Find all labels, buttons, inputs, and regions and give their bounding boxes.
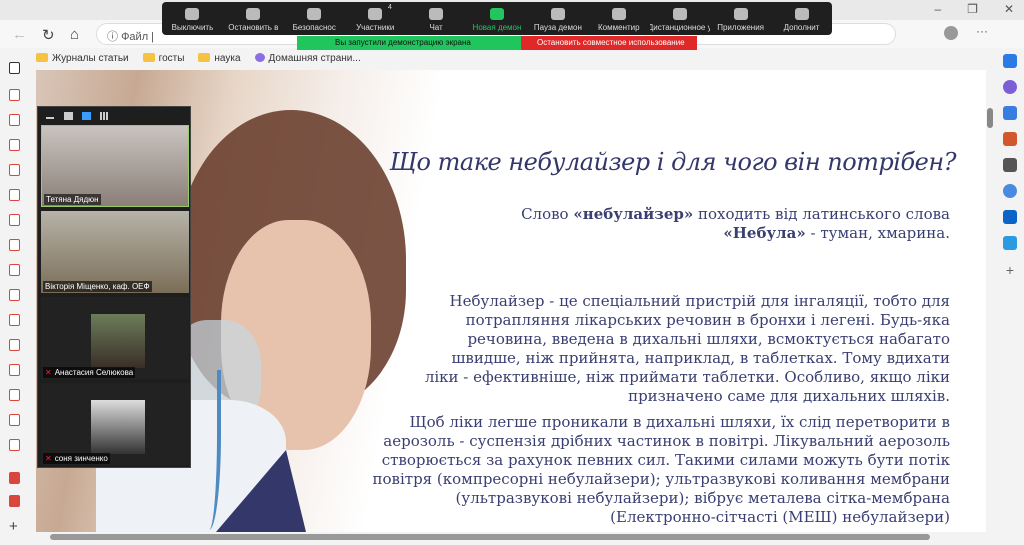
gallery-view-icon[interactable] xyxy=(100,112,109,120)
participant-video[interactable]: Тетяна Дядюн xyxy=(41,125,189,207)
new-tab-icon[interactable]: + xyxy=(9,518,18,535)
profile-avatar[interactable] xyxy=(944,26,958,40)
add-icon[interactable]: + xyxy=(1006,262,1014,278)
pdf-tab-icon[interactable] xyxy=(9,289,20,301)
pdf-tab-icon[interactable] xyxy=(9,239,20,251)
tab-actions-icon[interactable] xyxy=(9,62,20,74)
bookmarks-bar: Журналы статьи госты наука Домашняя стра… xyxy=(36,48,361,68)
pdf-tab-icon[interactable] xyxy=(9,164,20,176)
participant-tile[interactable]: ✕ соня зинченко xyxy=(41,383,189,465)
bookmark-nauka[interactable]: наука xyxy=(198,52,241,64)
more-icon[interactable]: ··· xyxy=(976,24,988,38)
participants-button[interactable]: Участники xyxy=(345,8,405,32)
participant-count: 4 xyxy=(388,4,392,11)
shopping-tag-icon[interactable] xyxy=(1003,106,1017,120)
microphone-icon xyxy=(185,8,200,20)
new-share-button[interactable]: Новая демон xyxy=(467,8,527,32)
share-screen-icon xyxy=(489,8,504,20)
tools-icon[interactable] xyxy=(1003,132,1017,146)
pencil-icon xyxy=(611,8,626,20)
pause-icon xyxy=(550,8,565,20)
participant-video[interactable]: Вікторія Міщенко, каф. ОЕФ xyxy=(41,211,189,293)
pdf-tab-icon[interactable] xyxy=(9,389,20,401)
back-icon[interactable]: ← xyxy=(12,26,27,43)
search-icon[interactable] xyxy=(1003,80,1017,94)
bookmark-gosty[interactable]: госты xyxy=(142,52,184,64)
minimize-panel-icon[interactable] xyxy=(46,117,54,119)
avatar xyxy=(91,314,145,368)
mouse-icon xyxy=(672,8,687,20)
mute-button[interactable]: Выключить xyxy=(162,8,222,32)
pdf-tab-icon[interactable] xyxy=(9,472,20,484)
decorative-triangle xyxy=(286,450,306,532)
video-camera-icon xyxy=(246,8,261,20)
vertical-scrollbar[interactable] xyxy=(986,70,996,532)
pdf-tab-icon[interactable] xyxy=(9,314,20,326)
shield-icon xyxy=(307,8,322,20)
send-icon[interactable] xyxy=(1003,236,1017,250)
chat-icon xyxy=(429,8,444,20)
pdf-tab-icon[interactable] xyxy=(9,214,20,226)
bookmark-home[interactable]: Домашняя страни... xyxy=(254,52,361,64)
more-button[interactable]: Дополнит xyxy=(772,8,832,32)
slide-paragraph-2: Небулайзер - це спеціальний пристрій для… xyxy=(424,292,950,405)
slide-paragraph-3: Щоб ліки легше проникали в дихальні шлях… xyxy=(372,413,951,526)
horizontal-scrollbar-thumb[interactable] xyxy=(50,534,930,540)
pdf-tab-icon[interactable] xyxy=(9,439,20,451)
muted-mic-icon: ✕ xyxy=(45,454,52,463)
share-status: Вы запустили демонстрацию экрана xyxy=(297,36,521,50)
pdf-tab-icon[interactable] xyxy=(9,339,20,351)
speaker-view-icon[interactable] xyxy=(64,112,73,120)
minimize-icon[interactable]: – xyxy=(934,2,941,16)
strip-view-icon[interactable] xyxy=(82,112,91,120)
security-button[interactable]: Безопаснос xyxy=(284,8,344,32)
copilot-icon[interactable] xyxy=(1003,54,1017,68)
pause-share-button[interactable]: Пауза демон xyxy=(528,8,588,32)
pdf-tab-icon[interactable] xyxy=(9,139,20,151)
participant-tile[interactable]: ✕ Анастасия Селюкова xyxy=(41,297,189,379)
maximize-icon[interactable]: ❐ xyxy=(967,2,978,16)
info-icon: ⓘ xyxy=(107,31,122,43)
decorative-triangle xyxy=(216,450,286,532)
window-controls: – ❐ ✕ xyxy=(934,2,1014,16)
vertical-tabs: + xyxy=(0,52,30,545)
edge-sidebar: + xyxy=(996,46,1024,545)
slide-paragraph-1: Слово «небулайзер» походить від латинськ… xyxy=(521,205,950,242)
participants-icon xyxy=(368,8,383,20)
zoom-video-panel: Тетяна Дядюн Вікторія Міщенко, каф. ОЕФ … xyxy=(37,106,191,468)
pdf-tab-icon[interactable] xyxy=(9,364,20,376)
bookmark-journals[interactable]: Журналы статьи xyxy=(36,52,129,64)
avatar xyxy=(91,400,145,454)
chat-button[interactable]: Чат xyxy=(406,8,466,32)
scrollbar-thumb[interactable] xyxy=(987,108,993,128)
pdf-tab-icon[interactable] xyxy=(9,264,20,276)
stop-video-button[interactable]: Остановить в xyxy=(223,8,283,32)
muted-mic-icon: ✕ xyxy=(45,368,52,377)
games-icon[interactable] xyxy=(1003,158,1017,172)
m365-icon[interactable] xyxy=(1003,184,1017,198)
apps-button[interactable]: Приложения xyxy=(711,8,771,32)
stop-share-button[interactable]: Остановить совместное использование xyxy=(521,36,697,50)
zoom-toolbar: Выключить Остановить в Безопаснос Участн… xyxy=(162,2,832,35)
more-icon xyxy=(794,8,809,20)
pdf-tab-icon[interactable] xyxy=(9,114,20,126)
pdf-tab-icon[interactable] xyxy=(9,189,20,201)
pdf-tab-active-icon[interactable] xyxy=(9,495,20,507)
share-status-bar: Вы запустили демонстрацию экрана Останов… xyxy=(297,36,697,50)
remote-control-button[interactable]: Дистанционное у xyxy=(650,8,710,32)
refresh-icon[interactable]: ↻ xyxy=(42,26,55,44)
home-icon[interactable]: ⌂ xyxy=(70,26,79,43)
annotate-button[interactable]: Комментир xyxy=(589,8,649,32)
slide-title: Що таке небулайзер і для чого він потріб… xyxy=(389,148,957,176)
pdf-tab-icon[interactable] xyxy=(9,414,20,426)
close-icon[interactable]: ✕ xyxy=(1004,2,1014,16)
pdf-tab-icon[interactable] xyxy=(9,89,20,101)
apps-icon xyxy=(733,8,748,20)
outlook-icon[interactable] xyxy=(1003,210,1017,224)
